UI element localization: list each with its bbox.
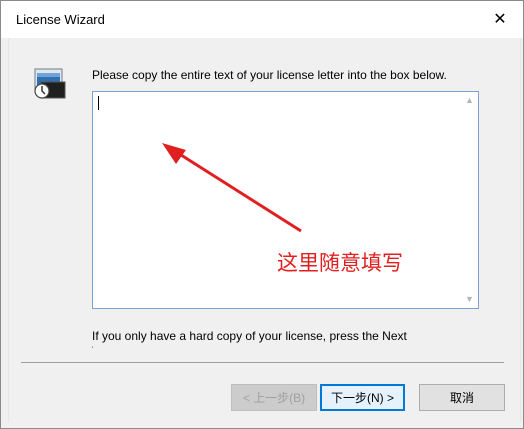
text-caret — [98, 96, 99, 110]
scroll-down-icon[interactable]: ▼ — [465, 295, 474, 304]
red-arrow-annotation — [162, 143, 302, 233]
back-button[interactable]: < 上一步(B) — [231, 384, 317, 411]
cancel-button[interactable]: 取消 — [419, 384, 505, 411]
window-title: License Wizard — [16, 12, 105, 27]
vertical-scrollbar[interactable]: ▲ ▼ — [461, 92, 478, 308]
footer-note-overflow: ' — [92, 347, 94, 353]
license-wizard-window: License Wizard ✕ Please copy the entire … — [0, 0, 524, 429]
next-button[interactable]: 下一步(N) > — [320, 384, 405, 411]
close-icon[interactable]: ✕ — [477, 1, 523, 37]
button-divider — [21, 362, 504, 363]
license-wizard-icon — [34, 68, 66, 99]
instruction-text: Please copy the entire text of your lice… — [92, 68, 447, 82]
annotation-label: 这里随意填写 — [277, 251, 403, 275]
scroll-up-icon[interactable]: ▲ — [465, 96, 474, 105]
title-bar: License Wizard ✕ — [1, 1, 523, 38]
footer-note: If you only have a hard copy of your lic… — [92, 329, 407, 343]
